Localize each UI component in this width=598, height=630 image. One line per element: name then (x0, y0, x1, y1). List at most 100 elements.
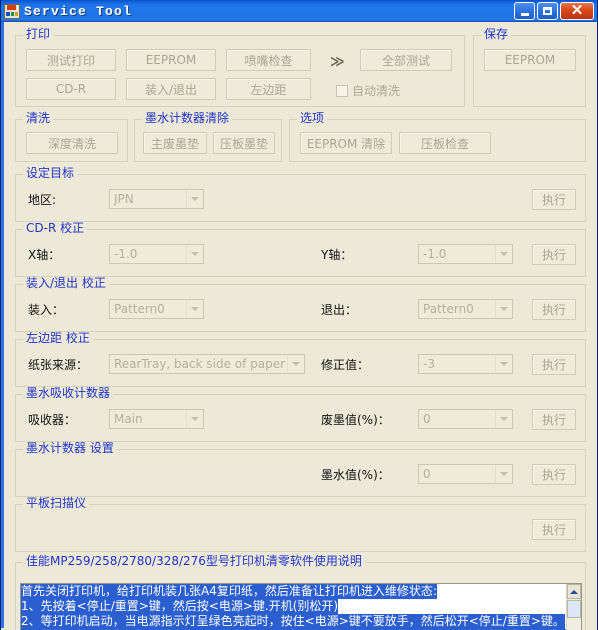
flatbed-scanner-legend: 平板扫描仪 (23, 497, 90, 510)
nozzle-check-button[interactable]: 喷嘴检查 (226, 49, 311, 71)
chevron-down-icon[interactable] (495, 300, 512, 318)
ink-absorber-counter-legend: 墨水吸收计数器 (23, 387, 114, 400)
eject-select[interactable]: Pattern0 (418, 299, 513, 319)
absorber-label: 吸收器： (28, 413, 77, 427)
paper-source-value: RearTray, back side of paper (114, 357, 286, 371)
chevron-right-icon: ≫ (330, 54, 345, 70)
window-frame: Service Tool ✕ 打印 测试打印 EEPROM 喷嘴检查 ≫ 全部测… (0, 0, 598, 630)
scrollbar-thumb[interactable] (567, 600, 581, 618)
instruction-line: 2、等打印机启动，当电源指示灯呈绿色亮起时，按住<电源>键不要放手，然后松开<停… (21, 614, 565, 629)
eeprom-clear-button[interactable]: EEPROM 清除 (300, 132, 392, 154)
correction-value: -3 (423, 357, 435, 371)
set-destination-legend: 设定目标 (23, 167, 78, 180)
eeprom-print-button[interactable]: EEPROM (126, 49, 216, 71)
paper-source-select[interactable]: RearTray, back side of paper (109, 354, 305, 374)
window-title: Service Tool (24, 3, 133, 19)
chevron-down-icon[interactable] (495, 465, 512, 483)
load-select[interactable]: Pattern0 (109, 299, 204, 319)
maximize-icon (543, 7, 552, 15)
region-value: JPN (114, 192, 134, 206)
scroll-up-button[interactable] (567, 584, 581, 599)
platen-check-button[interactable]: 压板检查 (399, 132, 491, 154)
chevron-down-icon[interactable] (495, 355, 512, 373)
auto-clean-checkbox[interactable]: 自动清洗 (336, 82, 400, 99)
ink-counter-clear-legend: 墨水计数器清除 (142, 112, 233, 125)
cdr-calibration-group: CD-R 校正 X轴： -1.0 Y轴： -1.0 执行 (15, 222, 586, 277)
deep-clean-button[interactable]: 深度清洗 (26, 132, 118, 154)
eject-label: 退出： (321, 303, 358, 317)
cdr-calibration-legend: CD-R 校正 (23, 222, 88, 235)
cdr-execute-button[interactable]: 执行 (532, 244, 576, 265)
load-eject-calibration-legend: 装入/退出 校正 (23, 277, 109, 290)
flatbed-scanner-execute-button[interactable]: 执行 (532, 519, 576, 540)
ink-counter-setting-legend: 墨水计数器 设置 (23, 442, 117, 455)
cdr-x-select[interactable]: -1.0 (109, 244, 204, 264)
ink-absorber-execute-button[interactable]: 执行 (532, 409, 576, 430)
instructions-textbox[interactable]: 首先关闭打印机，给打印机装几张A4复印纸，然后准备让打印机进入维修状态: 1、先… (20, 583, 582, 630)
options-group: 选项 EEPROM 清除 压板检查 (289, 112, 586, 162)
set-destination-group: 设定目标 地区: JPN 执行 (15, 167, 586, 222)
save-group-legend: 保存 (481, 28, 512, 41)
ink-counter-execute-button[interactable]: 执行 (532, 464, 576, 485)
absorber-select[interactable]: Main (109, 409, 204, 429)
instruction-line: 1、先按着<停止/重置>键，然后按<电源>键.开机(别松开) (21, 599, 339, 614)
minimize-icon (520, 13, 529, 16)
left-margin-execute-button[interactable]: 执行 (532, 354, 576, 375)
minimize-button[interactable] (514, 2, 535, 20)
eject-value: Pattern0 (423, 302, 474, 316)
absorber-value: Main (114, 412, 143, 426)
set-destination-execute-button[interactable]: 执行 (532, 189, 576, 210)
print-group-legend: 打印 (23, 28, 54, 41)
load-eject-button[interactable]: 装入/退出 (126, 78, 216, 100)
maximize-button[interactable] (537, 2, 558, 20)
main-waste-pad-button[interactable]: 主废墨垫 (143, 132, 207, 154)
chevron-down-icon[interactable] (287, 355, 304, 373)
correction-select[interactable]: -3 (418, 354, 513, 374)
flatbed-scanner-group: 平板扫描仪 执行 (15, 497, 586, 552)
load-eject-calibration-group: 装入/退出 校正 装入： Pattern0 退出： Pattern0 执行 (15, 277, 586, 332)
cdr-x-value: -1.0 (114, 247, 138, 261)
print-group: 打印 测试打印 EEPROM 喷嘴检查 ≫ 全部测试 CD-R 装入/退出 左边… (15, 28, 465, 107)
waste-ink-select[interactable]: 0 (418, 409, 513, 429)
load-label: 装入： (28, 303, 65, 317)
load-eject-execute-button[interactable]: 执行 (532, 299, 576, 320)
ink-counter-clear-group: 墨水计数器清除 主废墨垫 压板墨垫 (134, 112, 282, 162)
chevron-down-icon[interactable] (186, 300, 203, 318)
save-eeprom-button[interactable]: EEPROM (484, 49, 576, 71)
ink-value-label: 墨水值(%)： (321, 468, 390, 482)
waste-ink-value: 0 (423, 412, 431, 426)
waste-ink-label: 废墨值(%)： (321, 413, 390, 427)
region-label: 地区: (28, 193, 57, 207)
instructions-scrollbar[interactable] (566, 584, 581, 630)
window-controls: ✕ (514, 2, 594, 20)
platen-pad-button[interactable]: 压板墨垫 (213, 132, 275, 154)
clean-group: 清洗 深度清洗 (15, 112, 128, 162)
left-margin-calibration-group: 左边距 校正 纸张来源： RearTray, back side of pape… (15, 332, 586, 387)
instruction-line: 首先关闭打印机，给打印机装几张A4复印纸，然后准备让打印机进入维修状态: (21, 584, 437, 599)
region-select[interactable]: JPN (109, 189, 204, 209)
options-group-legend: 选项 (297, 112, 328, 125)
service-tool-window: Service Tool ✕ 打印 测试打印 EEPROM 喷嘴检查 ≫ 全部测… (0, 0, 598, 630)
chevron-down-icon[interactable] (186, 245, 203, 263)
test-print-button[interactable]: 测试打印 (26, 49, 116, 71)
load-value: Pattern0 (114, 302, 165, 316)
cdr-x-label: X轴： (28, 248, 61, 262)
cdr-y-select[interactable]: -1.0 (418, 244, 513, 264)
close-button[interactable]: ✕ (560, 2, 594, 20)
auto-clean-label: 自动清洗 (352, 84, 401, 98)
instructions-text: 首先关闭打印机，给打印机装几张A4复印纸，然后准备让打印机进入维修状态: 1、先… (21, 584, 566, 630)
all-test-button[interactable]: 全部测试 (360, 49, 452, 71)
cdr-button[interactable]: CD-R (26, 78, 116, 100)
chevron-down-icon[interactable] (186, 410, 203, 428)
chevron-down-icon[interactable] (495, 410, 512, 428)
printer-icon (4, 3, 20, 19)
chevron-down-icon[interactable] (186, 190, 203, 208)
chevron-down-icon[interactable] (495, 245, 512, 263)
ink-value-select[interactable]: 0 (418, 464, 513, 484)
left-margin-button[interactable]: 左边距 (226, 78, 311, 100)
instructions-legend: 佳能MP259/258/2780/328/276型号打印机清零软件使用说明 (23, 555, 365, 568)
client-area: 打印 测试打印 EEPROM 喷嘴检查 ≫ 全部测试 CD-R 装入/退出 左边… (1, 22, 597, 630)
correction-label: 修正值： (321, 358, 370, 372)
checkbox-box[interactable] (336, 84, 348, 97)
title-bar[interactable]: Service Tool ✕ (1, 0, 597, 22)
